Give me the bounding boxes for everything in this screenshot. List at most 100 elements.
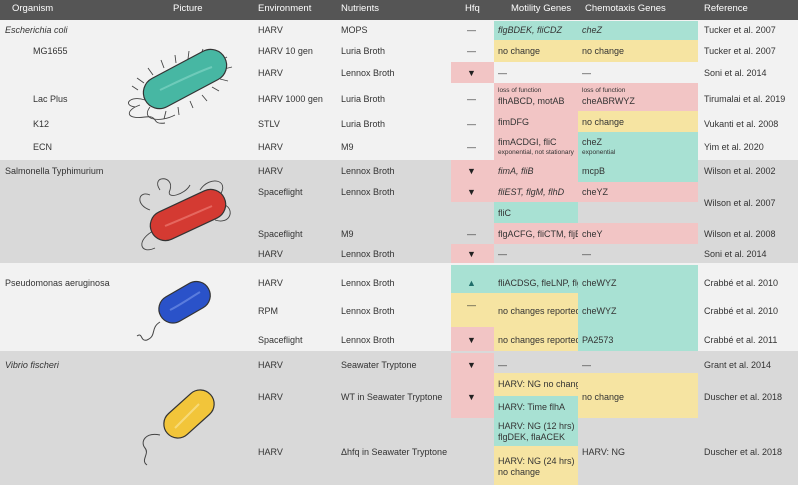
- salmonella-mot-2: fliEST, flgM, flhD: [498, 187, 565, 197]
- ecoli-chem-3: —: [582, 68, 591, 78]
- vibrio-illustration: [142, 389, 215, 466]
- vibrio-ref-2: Duscher et al. 2018: [704, 392, 783, 402]
- vibrio-ref-1: Grant et al. 2014: [704, 360, 772, 370]
- ecoli-mot-note-4: loss of function: [498, 87, 542, 94]
- organism-pseudomonas: Pseudomonas aeruginosa: [5, 278, 110, 288]
- ecoli-ref-6: Yim et al. 2020: [704, 142, 764, 152]
- vibrio-mot-3c: HARV: NG (24 hrs): [498, 456, 575, 466]
- pseudomonas-ref-2: Crabbé et al. 2010: [704, 306, 779, 316]
- down-arrow-icon: ▼: [467, 187, 476, 197]
- vibrio-chem-2: no change: [582, 392, 625, 402]
- pseudomonas-illustration: [136, 280, 211, 341]
- ecoli-nut-5: Luria Broth: [341, 119, 386, 129]
- down-arrow-icon: ▼: [467, 335, 476, 345]
- down-arrow-icon: ▼: [467, 68, 476, 78]
- strain-mg1655: MG1655: [33, 46, 68, 56]
- salmonella-hfq-4: —: [467, 229, 476, 239]
- ecoli-nut-1: MOPS: [341, 25, 368, 35]
- ecoli-env-4: HARV 1000 gen: [258, 94, 323, 104]
- strain-k12: K12: [33, 119, 50, 129]
- down-arrow-icon: ▼: [467, 166, 476, 176]
- ecoli-chem-5: no change: [582, 117, 625, 127]
- header-organism: Organism: [12, 3, 54, 14]
- ecoli-nut-3: Lennox Broth: [341, 68, 395, 78]
- pseudomonas-env-1: HARV: [258, 278, 283, 288]
- up-arrow-icon: ▲: [467, 278, 476, 288]
- down-arrow-icon: ▼: [467, 360, 476, 370]
- ecoli-chem-2: no change: [582, 46, 625, 56]
- pseudomonas-hfq-2: —: [467, 300, 476, 310]
- pseudomonas-env-2: RPM: [258, 306, 278, 316]
- down-arrow-icon: ▼: [467, 392, 476, 402]
- down-arrow-icon: ▼: [467, 249, 476, 259]
- pseudomonas-mot-1: fliACDSG, fleLNP, flgM: [498, 278, 590, 288]
- salmonella-mot-5: —: [498, 249, 507, 259]
- pseudomonas-chem-1: cheWYZ: [582, 278, 617, 288]
- vibrio-mot-3b: flgDEK, flaACEK: [498, 432, 566, 442]
- ecoli-nut-2: Luria Broth: [341, 46, 386, 56]
- salmonella-mot-4: flgACFG, fliCTM, fljB: [498, 229, 582, 239]
- ecoli-ref-5: Vukanti et al. 2008: [704, 119, 779, 129]
- pseudomonas-nut-3: Lennox Broth: [341, 335, 395, 345]
- vibrio-nut-3: Δhfq in Seawater Tryptone: [341, 447, 448, 457]
- pseudomonas-env-3: Spaceflight: [258, 335, 303, 345]
- header-chemotaxis: Chemotaxis Genes: [585, 3, 666, 14]
- header-motility: Motility Genes: [511, 3, 572, 14]
- ecoli-hfq-5: —: [467, 119, 476, 129]
- ecoli-nut-4: Luria Broth: [341, 94, 386, 104]
- ecoli-mot-2: no change: [498, 46, 541, 56]
- pseudomonas-mot-3: no changes reported: [498, 335, 581, 345]
- ecoli-ref-3: Soni et al. 2014: [704, 68, 767, 78]
- pseudomonas-nut-2: Lennox Broth: [341, 306, 395, 316]
- organism-ecoli: Escherichia coli: [5, 25, 68, 35]
- salmonella-ref-5: Soni et al. 2014: [704, 249, 767, 259]
- ecoli-chem-1: cheZ: [582, 25, 603, 35]
- strain-lacplus: Lac Plus: [33, 94, 68, 104]
- vibrio-mot-2a: HARV: NG no change: [498, 379, 586, 389]
- header-nutrients: Nutrients: [341, 3, 380, 14]
- vibrio-mot-3a: HARV: NG (12 hrs): [498, 421, 575, 431]
- vibrio-section: [0, 351, 798, 485]
- salmonella-env-1: HARV: [258, 166, 283, 176]
- ecoli-mot-4: flhABCD, motAB: [498, 96, 565, 106]
- vibrio-mot-1: —: [498, 360, 507, 370]
- pseudomonas-mot-2: no changes reported: [498, 306, 581, 316]
- salmonella-ref-4: Wilson et al. 2008: [704, 229, 776, 239]
- vibrio-env-2: HARV: [258, 392, 283, 402]
- ecoli-illustration: [128, 48, 233, 124]
- pseudomonas-ref-3: Crabbé et al. 2011: [704, 335, 778, 345]
- salmonella-chem-4: cheY: [582, 229, 603, 239]
- pseudomonas-nut-1: Lennox Broth: [341, 278, 395, 288]
- ecoli-mot-1: flgBDEK, fliCDZ: [498, 25, 563, 35]
- salmonella-mot-1: fimA, fliB: [498, 166, 534, 176]
- salmonella-nut-5: Lennox Broth: [341, 249, 395, 259]
- strain-ecn: ECN: [33, 142, 53, 152]
- vibrio-mot-2b: HARV: Time flhA: [498, 402, 566, 412]
- vibrio-env-1: HARV: [258, 360, 283, 370]
- ecoli-chem-4: cheABRWYZ: [582, 96, 635, 106]
- header-environment: Environment: [258, 3, 312, 14]
- salmonella-nut-1: Lennox Broth: [341, 166, 395, 176]
- ecoli-ref-4: Tirumalai et al. 2019: [704, 94, 786, 104]
- ecoli-mot-3: —: [498, 68, 507, 78]
- salmonella-ref-1: Wilson et al. 2002: [704, 166, 776, 176]
- ecoli-mot-5: fimDFG: [498, 117, 529, 127]
- ecoli-hfq-4: —: [467, 94, 476, 104]
- table-header: Organism Picture Environment Nutrients H…: [0, 0, 798, 20]
- ecoli-env-1: HARV: [258, 25, 283, 35]
- salmonella-env-5: HARV: [258, 249, 283, 259]
- vibrio-nut-2: WT in Seawater Tryptone: [341, 392, 443, 402]
- ecoli-chem-6: cheZ: [582, 137, 603, 147]
- salmonella-env-4: Spaceflight: [258, 229, 303, 239]
- ecoli-chem-note-6: exponential: [582, 149, 616, 156]
- ecoli-mot-6: fimACDGI, fliC: [498, 137, 557, 147]
- salmonella-ref-2: Wilson et al. 2007: [704, 198, 776, 208]
- vibrio-nut-1: Seawater Tryptone: [341, 360, 417, 370]
- header-picture: Picture: [173, 3, 203, 14]
- ecoli-env-3: HARV: [258, 68, 283, 78]
- pseudomonas-chem-2: cheWYZ: [582, 306, 617, 316]
- salmonella-illustration: [139, 178, 231, 251]
- ecoli-nut-6: M9: [341, 142, 354, 152]
- pseudomonas-chem-3: PA2573: [582, 335, 614, 345]
- salmonella-chem-5: —: [582, 249, 591, 259]
